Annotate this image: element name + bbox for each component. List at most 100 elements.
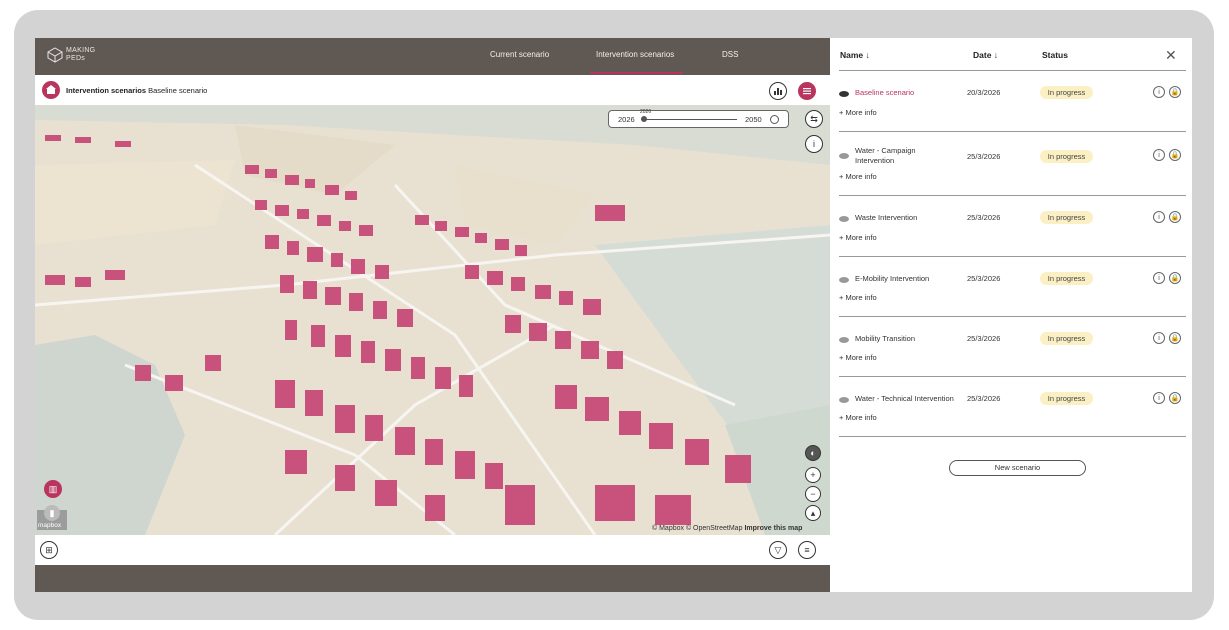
lock-icon[interactable]: 🔒 (1169, 272, 1181, 284)
plus-icon: + (810, 470, 816, 480)
swap-compare-button[interactable]: ⇆ (805, 110, 823, 128)
reset-north-button[interactable]: ▴ (805, 505, 821, 521)
column-header-date[interactable]: Date ↓ (973, 50, 998, 60)
lock-icon[interactable]: 🔒 (1169, 86, 1181, 98)
timeline-track (641, 119, 737, 120)
nav-intervention-scenarios[interactable]: Intervention scenarios (596, 50, 674, 59)
scenario-row[interactable]: Baseline scenario 20/3/2026 In progress … (839, 71, 1186, 132)
list-icon: ≡ (804, 545, 810, 555)
scenario-date: 20/3/2026 (967, 88, 1001, 97)
3d-map-view[interactable]: 2026 2026 2050 ⇆ i ◐ + − ▴ ▥ ▮ mapbox © … (35, 105, 830, 535)
status-badge: In progress (1040, 86, 1093, 99)
info-button[interactable]: i (805, 135, 823, 153)
year-timeline-slider[interactable]: 2026 2026 2050 (608, 109, 789, 128)
timeline-end-year: 2050 (745, 115, 762, 124)
scenario-row[interactable]: Water - Campaign Intervention 25/3/2026 … (839, 132, 1186, 196)
mapbox-logo: mapbox (38, 522, 62, 529)
nav-dss[interactable]: DSS (722, 50, 738, 59)
stats-button[interactable]: ▮ (44, 505, 60, 521)
app-screen: MAKING PEDs Current scenario Interventio… (35, 38, 1192, 592)
scenario-header: Intervention scenarios Baseline scenario (35, 75, 830, 105)
more-info-link[interactable]: + More info (839, 413, 877, 422)
visibility-icon[interactable] (839, 91, 849, 97)
scenario-name[interactable]: Waste Intervention (855, 213, 917, 223)
list-toggle-button[interactable]: ≡ (798, 541, 816, 559)
lock-icon[interactable]: 🔒 (1169, 392, 1181, 404)
status-badge: In progress (1040, 211, 1093, 224)
visibility-icon[interactable] (839, 337, 849, 343)
play-icon[interactable] (770, 115, 779, 124)
zoom-out-button[interactable]: − (805, 486, 821, 502)
scenario-name[interactable]: Water - Technical Intervention (855, 394, 954, 404)
layers-icon: ▥ (48, 483, 58, 494)
zoom-in-button[interactable]: + (805, 467, 821, 483)
scenario-date: 25/3/2026 (967, 213, 1001, 222)
info-icon: i (813, 139, 815, 149)
minus-icon: − (810, 489, 816, 499)
status-badge: In progress (1040, 332, 1093, 345)
column-header-name[interactable]: Name ↓ (840, 50, 870, 60)
close-icon[interactable]: ✕ (1165, 47, 1177, 64)
info-icon[interactable]: i (1153, 211, 1165, 223)
compass-button[interactable]: ◐ (805, 445, 821, 461)
info-icon[interactable]: i (1153, 86, 1165, 98)
more-info-link[interactable]: + More info (839, 233, 877, 242)
visibility-icon[interactable] (839, 153, 849, 159)
lock-icon[interactable]: 🔒 (1169, 332, 1181, 344)
list-view-button[interactable] (798, 82, 816, 100)
grid-menu-button[interactable]: ⊞ (40, 541, 58, 559)
home-building-icon (42, 81, 60, 99)
lock-icon[interactable]: 🔒 (1169, 149, 1181, 161)
scenario-row[interactable]: Water - Technical Intervention 25/3/2026… (839, 377, 1186, 437)
layers-button[interactable]: ▥ (44, 480, 62, 498)
info-icon[interactable]: i (1153, 149, 1165, 161)
info-icon[interactable]: i (1153, 272, 1165, 284)
footer-bar (35, 565, 830, 592)
chart-icon: ▮ (49, 507, 55, 518)
list-icon (803, 88, 811, 95)
more-info-link[interactable]: + More info (839, 353, 877, 362)
chart-view-button[interactable] (769, 82, 787, 100)
filter-button[interactable]: ▽ (769, 541, 787, 559)
north-arrow-icon: ▴ (810, 507, 816, 518)
more-info-link[interactable]: + More info (839, 172, 877, 181)
compass-icon: ◐ (810, 448, 816, 458)
visibility-icon[interactable] (839, 277, 849, 283)
lock-icon[interactable]: 🔒 (1169, 211, 1181, 223)
new-scenario-button[interactable]: New scenario (949, 460, 1086, 476)
scenario-row[interactable]: E-Mobility Intervention 25/3/2026 In pro… (839, 257, 1186, 317)
logo-text: MAKING PEDs (66, 47, 96, 62)
scenario-date: 25/3/2026 (967, 152, 1001, 161)
swap-icon: ⇆ (810, 113, 818, 124)
timeline-current-year: 2026 (640, 109, 652, 115)
scenario-row[interactable]: Waste Intervention 25/3/2026 In progress… (839, 196, 1186, 257)
scenario-name[interactable]: Baseline scenario (855, 88, 914, 98)
grid-icon: ⊞ (45, 544, 53, 555)
scenario-name[interactable]: Mobility Transition (855, 334, 915, 344)
map-canvas (35, 105, 830, 535)
timeline-handle[interactable] (641, 116, 647, 122)
filter-icon: ▽ (774, 544, 782, 555)
status-badge: In progress (1040, 272, 1093, 285)
top-nav-bar: MAKING PEDs Current scenario Interventio… (35, 38, 830, 75)
scenario-row[interactable]: Mobility Transition 25/3/2026 In progres… (839, 317, 1186, 377)
info-icon[interactable]: i (1153, 332, 1165, 344)
nav-current-scenario[interactable]: Current scenario (490, 50, 549, 59)
scenario-name[interactable]: E-Mobility Intervention (855, 274, 929, 284)
bar-chart-icon (774, 88, 782, 95)
info-icon[interactable]: i (1153, 392, 1165, 404)
bottom-toolbar: ⊞ ▽ ≡ (35, 535, 830, 565)
more-info-link[interactable]: + More info (839, 108, 877, 117)
scenario-date: 25/3/2026 (967, 334, 1001, 343)
scenario-name[interactable]: Water - Campaign Intervention (855, 146, 945, 166)
visibility-icon[interactable] (839, 397, 849, 403)
visibility-icon[interactable] (839, 216, 849, 222)
app-logo[interactable]: MAKING PEDs (47, 46, 107, 66)
improve-map-link[interactable]: Improve this map (744, 525, 802, 532)
more-info-link[interactable]: + More info (839, 293, 877, 302)
active-nav-indicator (590, 72, 683, 74)
map-attribution: © Mapbox © OpenStreetMap Improve this ma… (652, 525, 803, 532)
scenario-date: 25/3/2026 (967, 394, 1001, 403)
logo-icon (47, 47, 63, 63)
column-header-status: Status (1042, 50, 1068, 60)
